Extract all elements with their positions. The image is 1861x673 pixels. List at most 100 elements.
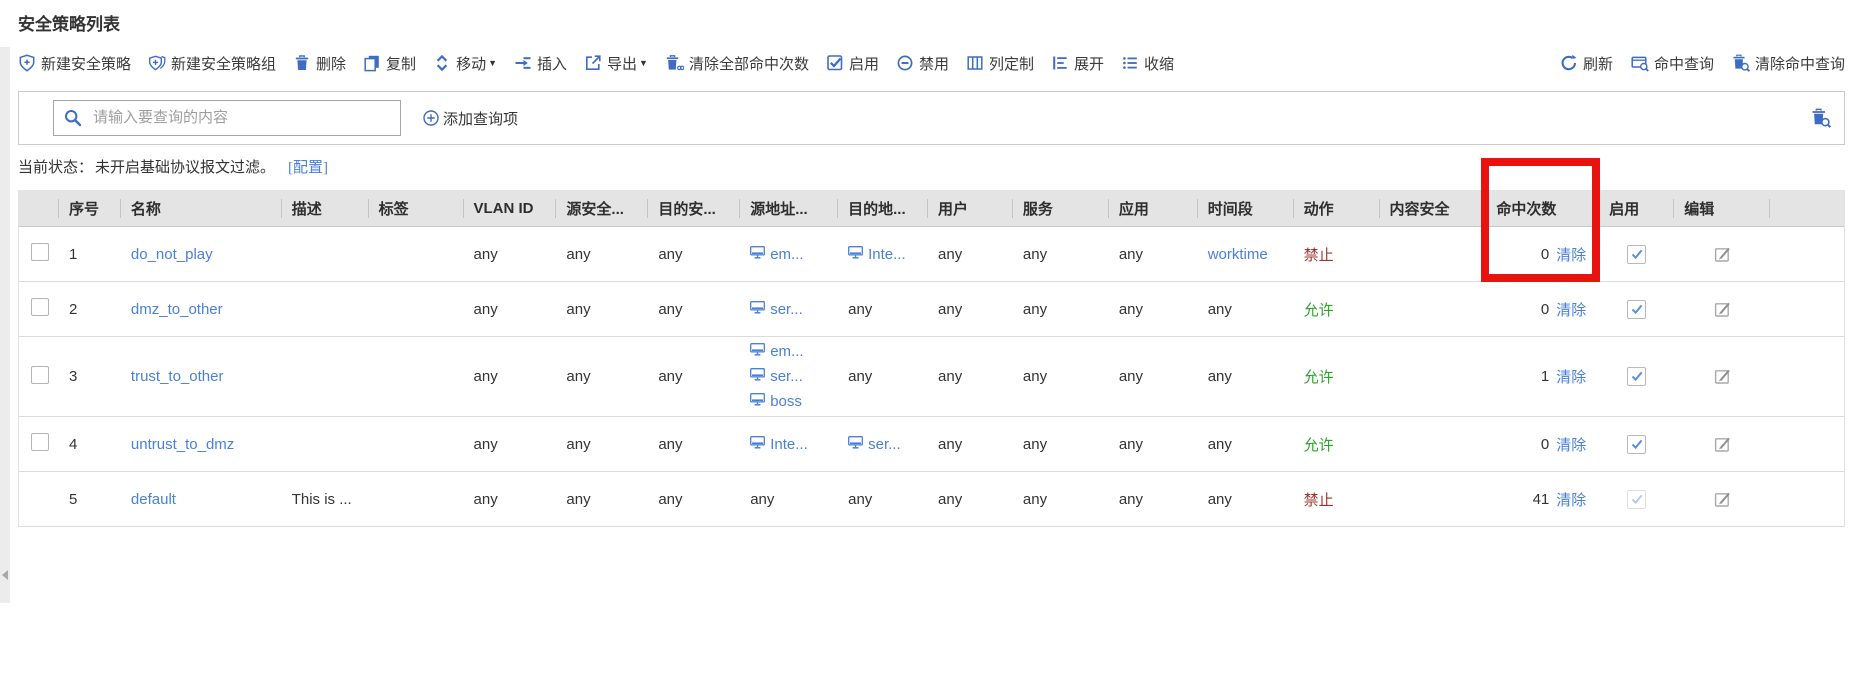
col-header-label: 启用 xyxy=(1609,198,1639,219)
hit-count: 0 xyxy=(1541,436,1549,453)
insert-button[interactable]: 插入 xyxy=(514,53,567,74)
move-button[interactable]: 移动 ▼ xyxy=(433,53,497,74)
cell-app: any xyxy=(1109,491,1198,508)
clear-hits-link[interactable]: 清除 xyxy=(1556,489,1586,510)
enabled-checkbox[interactable] xyxy=(1627,435,1646,454)
expand-button[interactable]: 展开 xyxy=(1051,53,1104,74)
panel-collapse-handle[interactable] xyxy=(2,570,8,580)
col-header-edit: 编辑 xyxy=(1674,190,1770,226)
cell-text: any xyxy=(1119,246,1143,263)
host-link[interactable]: ser... xyxy=(770,297,803,322)
policy-name-link[interactable]: do_not_play xyxy=(131,246,213,263)
enabled-checkbox[interactable] xyxy=(1627,245,1646,264)
edit-pencil-icon xyxy=(1713,245,1732,264)
host-entry: boss xyxy=(750,389,838,414)
col-header-app: 应用 xyxy=(1109,190,1198,226)
time-range-link[interactable]: worktime xyxy=(1208,246,1268,263)
cell-text: any xyxy=(1023,491,1047,508)
edit-button[interactable] xyxy=(1713,300,1732,319)
hit-query-button[interactable]: 命中查询 xyxy=(1631,53,1714,74)
edit-button[interactable] xyxy=(1713,367,1732,386)
policy-name-link[interactable]: default xyxy=(131,491,176,508)
row-select-checkbox[interactable] xyxy=(31,366,49,384)
enabled-checkbox[interactable] xyxy=(1627,367,1646,386)
cell-src_zone: any xyxy=(556,491,648,508)
col-header-user: 用户 xyxy=(928,190,1013,226)
status-label: 当前状态： xyxy=(18,156,93,177)
toolbar-item-label: 清除命中查询 xyxy=(1755,53,1845,74)
host-link[interactable]: em... xyxy=(770,339,803,364)
new-policy-group-button[interactable]: 新建安全策略组 xyxy=(148,53,276,74)
host-monitor-icon xyxy=(848,432,868,457)
cell-dst_zone: any xyxy=(648,368,740,385)
column-customize-button[interactable]: 列定制 xyxy=(966,53,1034,74)
col-header-name: 名称 xyxy=(121,190,282,226)
cell-src_addr: any xyxy=(740,491,838,508)
edit-button[interactable] xyxy=(1713,245,1732,264)
policy-name-link[interactable]: untrust_to_dmz xyxy=(131,436,234,453)
refresh-icon xyxy=(1560,54,1578,72)
host-link[interactable]: ser... xyxy=(770,364,803,389)
clear-hits-link[interactable]: 清除 xyxy=(1556,244,1586,265)
collapse-button[interactable]: 收缩 xyxy=(1121,53,1174,74)
new-policy-button[interactable]: 新建安全策略 xyxy=(18,53,131,74)
clear-hits-link[interactable]: 清除 xyxy=(1556,366,1586,387)
hit-query-icon xyxy=(1631,54,1649,72)
cell-service: any xyxy=(1013,368,1109,385)
host-entry: em... xyxy=(750,339,838,364)
cell-text: any xyxy=(658,301,682,318)
cell-action: 允许 xyxy=(1294,366,1380,387)
col-header-label: 内容安全 xyxy=(1390,198,1450,219)
clear-hit-query-button[interactable]: 清除命中查询 xyxy=(1732,53,1845,74)
host-link[interactable]: ser... xyxy=(868,432,901,457)
host-link[interactable]: boss xyxy=(770,389,802,414)
edit-pencil-icon xyxy=(1713,435,1732,454)
edit-button[interactable] xyxy=(1713,435,1732,454)
col-header-dst_zone: 目的安... xyxy=(648,190,740,226)
clear-hits-link[interactable]: 清除 xyxy=(1556,299,1586,320)
copy-button[interactable]: 复制 xyxy=(363,53,416,74)
cell-text: any xyxy=(1208,368,1232,385)
col-header-label: 源安全... xyxy=(566,198,624,219)
add-query-button[interactable]: 添加查询项 xyxy=(422,108,518,129)
columns-icon xyxy=(966,54,984,72)
cell-src_zone: any xyxy=(556,368,648,385)
chevron-down-icon: ▼ xyxy=(639,58,648,68)
action-label: 禁止 xyxy=(1304,492,1334,509)
row-select-checkbox[interactable] xyxy=(31,433,49,451)
search-input[interactable] xyxy=(91,109,375,128)
row-select-checkbox[interactable] xyxy=(31,243,49,261)
edit-button[interactable] xyxy=(1713,490,1732,509)
cell-name: default xyxy=(121,491,282,508)
cell-enabled xyxy=(1599,245,1674,264)
export-button[interactable]: 导出 ▼ xyxy=(584,53,648,74)
policy-name-link[interactable]: dmz_to_other xyxy=(131,301,223,318)
cell-app: any xyxy=(1109,301,1198,318)
host-link[interactable]: Inte... xyxy=(868,242,906,267)
host-monitor-icon xyxy=(750,389,770,414)
refresh-button[interactable]: 刷新 xyxy=(1560,53,1613,74)
clear-all-hit-counts-button[interactable]: 清除全部命中次数 xyxy=(665,53,809,74)
row-select-checkbox[interactable] xyxy=(31,298,49,316)
cell-hits: 41清除 xyxy=(1486,489,1599,510)
clear-hits-link[interactable]: 清除 xyxy=(1556,434,1586,455)
host-link[interactable]: Inte... xyxy=(770,432,808,457)
cell-text: any xyxy=(658,436,682,453)
cell-name: do_not_play xyxy=(121,246,282,263)
col-header-src_zone: 源安全... xyxy=(556,190,648,226)
cell-app: any xyxy=(1109,368,1198,385)
clear-hit-query-icon xyxy=(1732,54,1750,72)
policy-name-link[interactable]: trust_to_other xyxy=(131,368,224,385)
action-label: 允许 xyxy=(1304,437,1334,454)
col-header-label: 服务 xyxy=(1023,198,1053,219)
clear-query-button[interactable] xyxy=(1811,108,1831,128)
config-link[interactable]: [配置] xyxy=(288,156,328,177)
col-header-label: VLAN ID xyxy=(474,200,534,217)
cell-seq: 3 xyxy=(59,368,121,385)
disable-button[interactable]: 禁用 xyxy=(896,53,949,74)
row-seq: 2 xyxy=(69,301,77,318)
enabled-checkbox[interactable] xyxy=(1627,300,1646,319)
delete-button[interactable]: 删除 xyxy=(293,53,346,74)
host-link[interactable]: em... xyxy=(770,242,803,267)
enable-button[interactable]: 启用 xyxy=(826,53,879,74)
